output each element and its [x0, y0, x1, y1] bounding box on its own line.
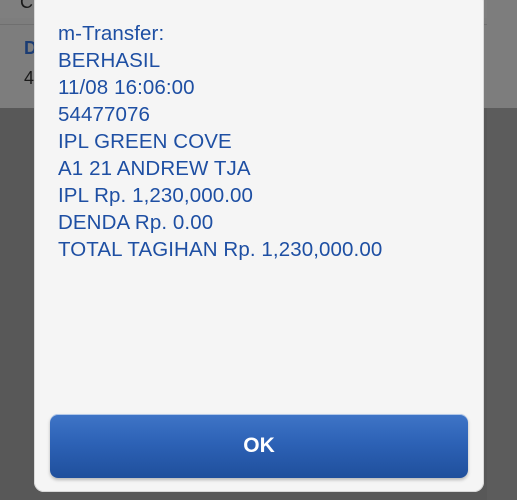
dialog-message: m-Transfer: BERHASIL 11/08 16:06:00 5447… [58, 20, 468, 263]
background-text-fragment: C [20, 0, 33, 12]
message-line-reference: 54477076 [58, 103, 151, 126]
message-line-total: TOTAL TAGIHAN Rp. 1,230,000.00 [58, 238, 383, 261]
message-line-penalty: DENDA Rp. 0.00 [58, 211, 214, 234]
message-line-datetime: 11/08 16:06:00 [58, 76, 195, 99]
message-line-status: BERHASIL [58, 49, 161, 72]
message-line-customer: A1 21 ANDREW TJA [58, 157, 251, 180]
background-right-top [487, 0, 517, 108]
message-line-ipl-amount: IPL Rp. 1,230,000.00 [58, 184, 253, 207]
message-line-biller: IPL GREEN COVE [58, 130, 232, 153]
alert-dialog: m-Transfer: BERHASIL 11/08 16:06:00 5447… [34, 0, 484, 492]
background-text-fragment: 4 [24, 68, 35, 88]
message-line-title: m-Transfer: [58, 22, 165, 45]
screen: C D 4 m-Transfer: BERHASIL 11/08 16:06:0… [0, 0, 517, 500]
ok-button[interactable]: OK [50, 414, 468, 478]
